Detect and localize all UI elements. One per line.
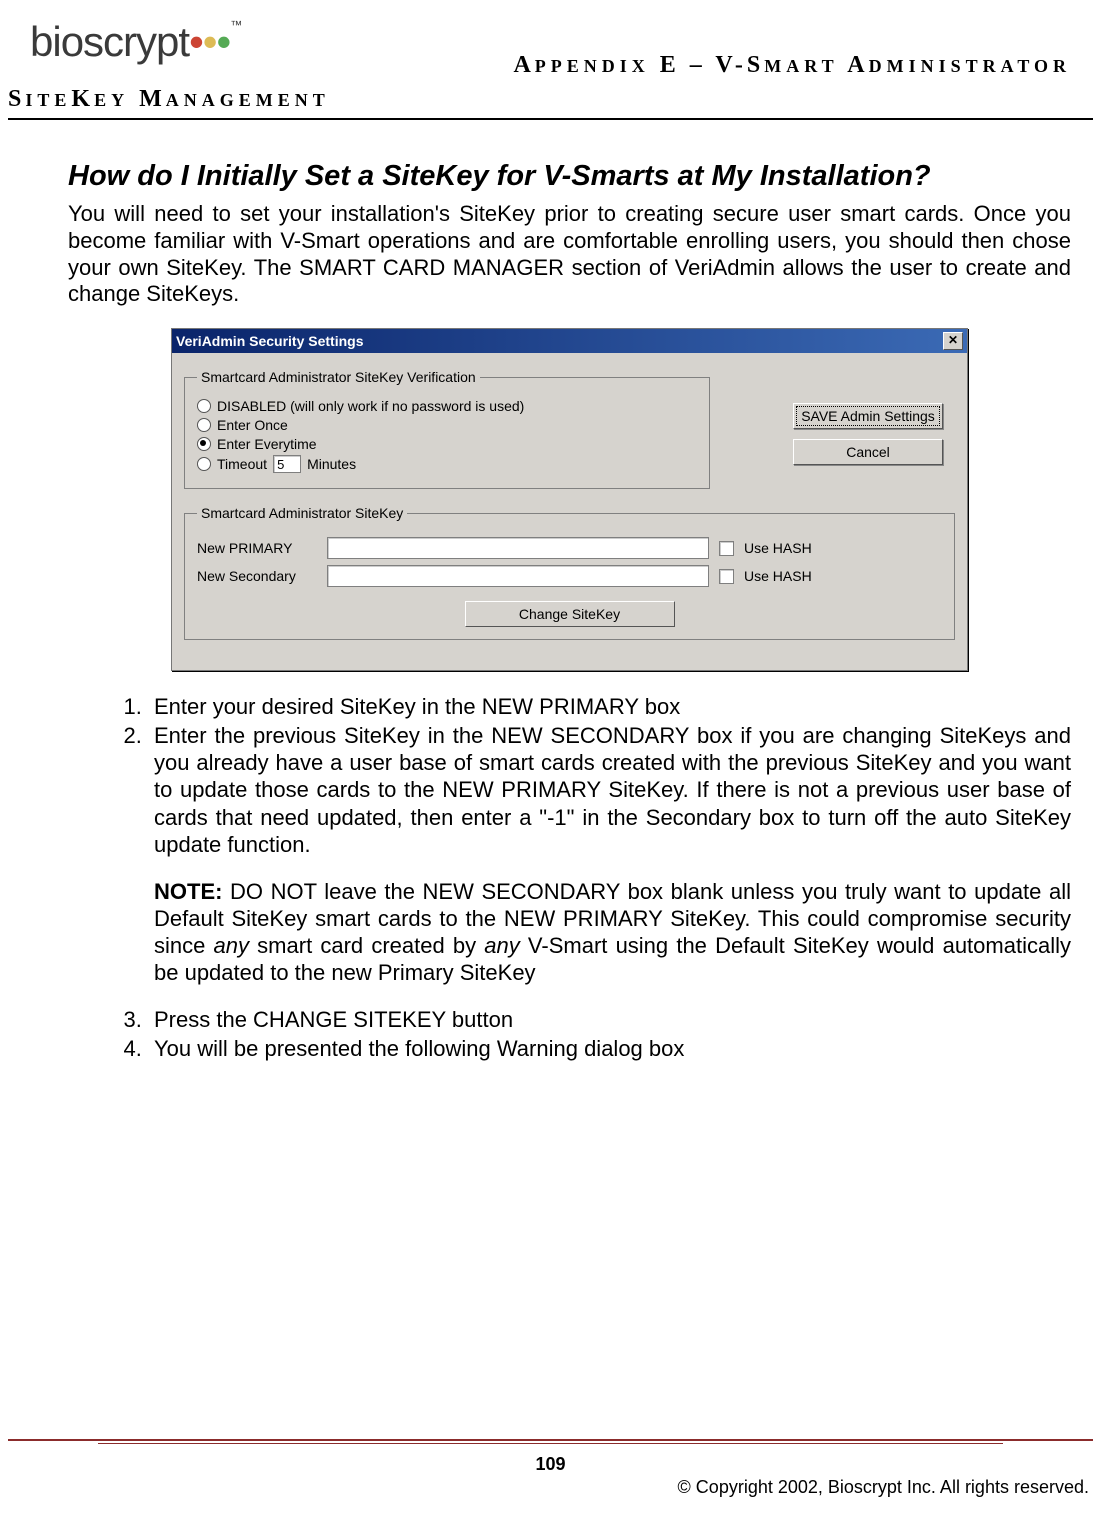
step-2: Enter the previous SiteKey in the NEW SE… xyxy=(148,722,1071,857)
veriadmin-dialog: VeriAdmin Security Settings ✕ SAVE Admin… xyxy=(171,328,968,671)
logo-tm: ™ xyxy=(230,18,241,32)
group1-legend: Smartcard Administrator SiteKey Verifica… xyxy=(197,369,480,385)
step-4: You will be presented the following Warn… xyxy=(148,1035,1071,1062)
header-rule xyxy=(8,118,1093,120)
dialog-titlebar: VeriAdmin Security Settings ✕ xyxy=(172,329,967,353)
radio-enter-once[interactable] xyxy=(197,418,211,432)
radio-enter-everytime[interactable] xyxy=(197,437,211,451)
cancel-button[interactable]: Cancel xyxy=(793,439,943,465)
secondary-use-hash-checkbox[interactable] xyxy=(719,569,734,584)
new-primary-input[interactable] xyxy=(327,537,709,559)
steps-list: Enter your desired SiteKey in the NEW PR… xyxy=(68,693,1071,857)
primary-use-hash-checkbox[interactable] xyxy=(719,541,734,556)
timeout-input[interactable] xyxy=(273,455,301,473)
logo-text: bioscrypt xyxy=(30,18,189,65)
intro-paragraph: You will need to set your installation's… xyxy=(68,201,1071,308)
timeout-unit: Minutes xyxy=(307,456,356,472)
header-appendix: APPENDIX E – V-SMART ADMINISTRATOR xyxy=(513,52,1071,79)
dialog-title: VeriAdmin Security Settings xyxy=(176,333,364,349)
radio-label-enter-everytime: Enter Everytime xyxy=(217,436,317,452)
header-sitekey: SITEKEY MANAGEMENT xyxy=(8,86,330,113)
primary-label: New PRIMARY xyxy=(197,540,317,556)
save-admin-settings-button[interactable]: SAVE Admin Settings xyxy=(793,403,943,429)
page-number: 109 xyxy=(8,1454,1093,1475)
copyright: © Copyright 2002, Bioscrypt Inc. All rig… xyxy=(8,1477,1093,1498)
close-icon[interactable]: ✕ xyxy=(943,332,963,350)
sitekey-group: Smartcard Administrator SiteKey New PRIM… xyxy=(184,505,955,640)
note-label: NOTE: xyxy=(154,879,222,904)
change-sitekey-button[interactable]: Change SiteKey xyxy=(465,601,675,627)
radio-label-disabled: DISABLED (will only work if no password … xyxy=(217,398,524,414)
secondary-use-hash-label: Use HASH xyxy=(744,568,812,584)
page-footer: 109 © Copyright 2002, Bioscrypt Inc. All… xyxy=(8,1439,1093,1498)
note-block: NOTE: DO NOT leave the NEW SECONDARY box… xyxy=(154,878,1071,986)
primary-use-hash-label: Use HASH xyxy=(744,540,812,556)
secondary-label: New Secondary xyxy=(197,568,317,584)
group2-legend: Smartcard Administrator SiteKey xyxy=(197,505,407,521)
section-heading: How do I Initially Set a SiteKey for V-S… xyxy=(68,160,1071,193)
step-3: Press the CHANGE SITEKEY button xyxy=(148,1006,1071,1033)
new-secondary-input[interactable] xyxy=(327,565,709,587)
radio-label-enter-once: Enter Once xyxy=(217,417,288,433)
steps-list-cont: Press the CHANGE SITEKEY button You will… xyxy=(68,1006,1071,1062)
radio-disabled[interactable] xyxy=(197,399,211,413)
logo: bioscrypt•••™ xyxy=(30,18,241,66)
radio-timeout[interactable] xyxy=(197,457,211,471)
radio-label-timeout: Timeout xyxy=(217,456,267,472)
step-1: Enter your desired SiteKey in the NEW PR… xyxy=(148,693,1071,720)
sitekey-verification-group: Smartcard Administrator SiteKey Verifica… xyxy=(184,369,710,489)
